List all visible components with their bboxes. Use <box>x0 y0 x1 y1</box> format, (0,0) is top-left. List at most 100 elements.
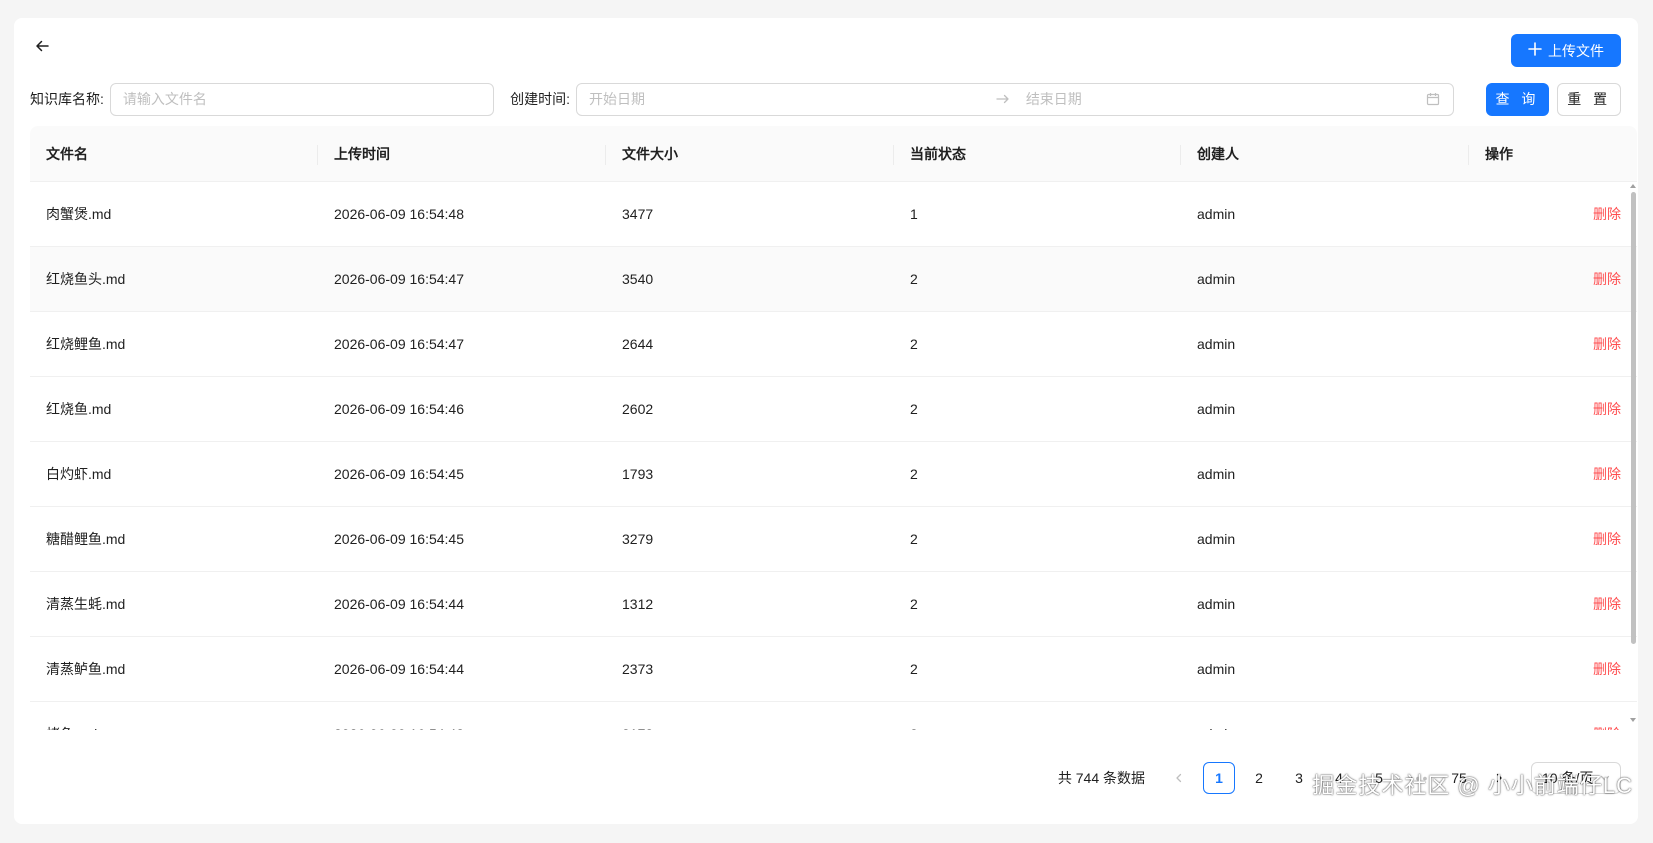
arrow-left-icon <box>34 38 50 59</box>
total-count: 共 744 条数据 <box>1057 770 1145 786</box>
cell-actions: 删除 <box>1469 507 1621 571</box>
back-button[interactable] <box>28 34 56 62</box>
cell-file-size: 2644 <box>622 336 654 352</box>
cell-actions: 删除 <box>1469 637 1621 701</box>
cell-file-size: 2602 <box>622 401 654 417</box>
table-row: 红烧鱼.md 2026-06-09 16:54:46 2602 2 admin 删除 <box>30 377 1637 442</box>
scroll-up-icon[interactable] <box>1630 184 1636 188</box>
cell-creator: admin <box>1197 531 1236 547</box>
table-row: 肉蟹煲.md 2026-06-09 16:54:48 3477 1 admin 删除 <box>30 182 1637 247</box>
cell-status: 2 <box>910 531 918 547</box>
scroll-down-icon[interactable] <box>1630 718 1636 722</box>
delete-button[interactable]: 删除 <box>1593 269 1621 289</box>
date-range-picker[interactable]: 开始日期 结束日期 <box>575 82 1454 116</box>
prev-page-button[interactable] <box>1163 762 1195 794</box>
cell-filename: 清蒸鲈鱼.md <box>46 661 126 677</box>
table-row: 红烧鱼头.md 2026-06-09 16:54:47 3540 2 admin 删除 <box>30 247 1637 312</box>
cell-creator: admin <box>1197 271 1236 287</box>
cell-status: 2 <box>910 466 918 482</box>
cell-file-size: 3279 <box>622 531 654 547</box>
cell-filename: 肉蟹煲.md <box>46 206 112 222</box>
arrow-right-icon <box>988 94 1018 104</box>
create-time-label: 创建时间: <box>510 91 570 107</box>
delete-button[interactable]: 删除 <box>1593 659 1621 679</box>
cell-status: 2 <box>910 271 918 287</box>
cell-status: 2 <box>910 661 918 677</box>
cell-file-size: 2373 <box>622 661 654 677</box>
delete-button[interactable]: 删除 <box>1593 464 1621 484</box>
table-scrollbar[interactable] <box>1629 182 1637 730</box>
filter-bar: 知识库名称: 创建时间: 开始日期 结束日期 查 询 重 置 <box>30 82 1621 116</box>
upload-file-button[interactable]: 上传文件 <box>1511 34 1621 67</box>
chevron-left-icon <box>1176 773 1182 783</box>
column-header-file-size: 文件大小 <box>606 126 894 181</box>
table-header: 文件名 上传时间 文件大小 当前状态 创建人 操作 <box>30 126 1637 182</box>
column-header-creator: 创建人 <box>1181 126 1469 181</box>
cell-filename: 红烧鱼.md <box>46 401 112 417</box>
plus-icon <box>1528 42 1542 59</box>
column-header-actions: 操作 <box>1485 145 1513 162</box>
cell-status: 2 <box>910 401 918 417</box>
cell-upload-time: 2026-06-09 16:54:43 <box>318 702 606 730</box>
cell-file-size: 3173 <box>606 702 894 730</box>
cell-status: 2 <box>910 596 918 612</box>
start-date-input[interactable]: 开始日期 <box>589 89 988 109</box>
reset-button[interactable]: 重 置 <box>1557 82 1621 116</box>
cell-creator: admin <box>1197 336 1236 352</box>
delete-button[interactable]: 删除 <box>1593 334 1621 354</box>
query-button[interactable]: 查 询 <box>1485 82 1550 116</box>
delete-button[interactable]: 删除 <box>1593 399 1621 419</box>
page-2-button[interactable]: 2 <box>1243 762 1275 794</box>
cell-creator: admin <box>1197 466 1236 482</box>
cell-actions: 删除 <box>1469 247 1621 311</box>
end-date-input[interactable]: 结束日期 <box>1018 89 1425 109</box>
cell-upload-time: 2026-06-09 16:54:46 <box>334 401 464 417</box>
cell-creator: admin <box>1181 702 1469 730</box>
knowledge-name-label: 知识库名称: <box>30 91 104 107</box>
cell-creator: admin <box>1197 206 1236 222</box>
table-row: 糖醋鲤鱼.md 2026-06-09 16:54:45 3279 2 admin 删除 <box>30 507 1637 572</box>
column-header-upload-time: 上传时间 <box>318 126 606 181</box>
cell-upload-time: 2026-06-09 16:54:45 <box>334 531 464 547</box>
scroll-thumb[interactable] <box>1631 192 1636 644</box>
file-name-input[interactable] <box>109 82 495 116</box>
delete-button[interactable]: 删除 <box>1593 594 1621 614</box>
cell-upload-time: 2026-06-09 16:54:44 <box>334 661 464 677</box>
main-card: 上传文件 知识库名称: 创建时间: 开始日期 结束日期 查 询 重 置 文件名 … <box>14 18 1638 824</box>
cell-filename: 红烧鲤鱼.md <box>46 336 126 352</box>
cell-actions: 删除 <box>1469 182 1621 246</box>
upload-file-label: 上传文件 <box>1548 42 1604 59</box>
cell-upload-time: 2026-06-09 16:54:47 <box>334 271 464 287</box>
delete-button[interactable]: 删除 <box>1593 529 1621 549</box>
cell-filename: 白灼虾.md <box>46 466 112 482</box>
delete-button[interactable]: 删除 <box>1593 724 1621 730</box>
table-row: 白灼虾.md 2026-06-09 16:54:45 1793 2 admin 删除 <box>30 442 1637 507</box>
cell-actions: 删除 <box>1469 572 1621 636</box>
calendar-icon[interactable] <box>1425 91 1441 107</box>
cell-actions: 删除 <box>1469 702 1621 730</box>
table-body: 肉蟹煲.md 2026-06-09 16:54:48 3477 1 admin 删除 红烧鱼… <box>30 182 1637 730</box>
cell-filename: 清蒸生蚝.md <box>46 596 126 612</box>
column-header-filename: 文件名 <box>30 126 318 181</box>
cell-filename: 烤鱼.md <box>30 702 318 730</box>
page-1-button[interactable]: 1 <box>1203 762 1235 794</box>
table-row: 红烧鲤鱼.md 2026-06-09 16:54:47 2644 2 admin 删除 <box>30 312 1637 377</box>
file-table: 文件名 上传时间 文件大小 当前状态 创建人 操作 肉蟹煲.md 2026-06-… <box>30 126 1637 730</box>
cell-creator: admin <box>1197 661 1236 677</box>
cell-upload-time: 2026-06-09 16:54:48 <box>334 206 464 222</box>
cell-upload-time: 2026-06-09 16:54:44 <box>334 596 464 612</box>
page-3-button[interactable]: 3 <box>1283 762 1315 794</box>
table-row: 烤鱼.md2026-06-09 16:54:4331732admin 删除 <box>30 702 1637 730</box>
column-header-status: 当前状态 <box>894 126 1181 181</box>
cell-actions: 删除 <box>1469 377 1621 441</box>
cell-status: 2 <box>894 702 1181 730</box>
table-row: 清蒸鲈鱼.md 2026-06-09 16:54:44 2373 2 admin 删除 <box>30 637 1637 702</box>
cell-status: 2 <box>910 336 918 352</box>
cell-filename: 红烧鱼头.md <box>46 271 126 287</box>
table-row: 清蒸生蚝.md 2026-06-09 16:54:44 1312 2 admin 删除 <box>30 572 1637 637</box>
cell-filename: 糖醋鲤鱼.md <box>46 531 126 547</box>
delete-button[interactable]: 删除 <box>1593 204 1621 224</box>
watermark: 掘金技术社区 @ 小小前端仔LC <box>1312 773 1633 798</box>
cell-actions: 删除 <box>1469 312 1621 376</box>
cell-file-size: 1793 <box>622 466 654 482</box>
